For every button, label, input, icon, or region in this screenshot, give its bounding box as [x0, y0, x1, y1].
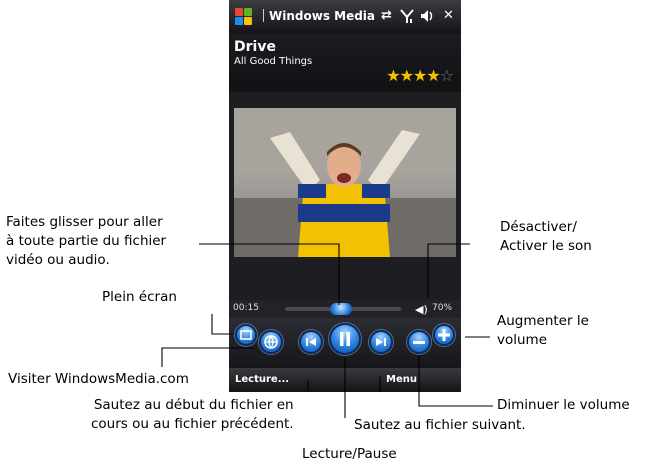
- callout-seek: Faites glisser pour aller à toute partie…: [6, 214, 167, 268]
- callout-play-pause: Lecture/Pause: [302, 446, 397, 462]
- callout-visit: Visiter WindowsMedia.com: [8, 371, 189, 387]
- callout-mute: Désactiver/ Activer le son: [500, 219, 592, 254]
- callout-volume-up: Augmenter le volume: [497, 313, 589, 348]
- callout-next: Sautez au fichier suivant.: [354, 417, 526, 433]
- callout-volume-down: Diminuer le volume: [497, 397, 630, 413]
- callout-fullscreen: Plein écran: [102, 289, 177, 305]
- callout-previous: Sautez au début du fichier en cours ou a…: [91, 397, 294, 432]
